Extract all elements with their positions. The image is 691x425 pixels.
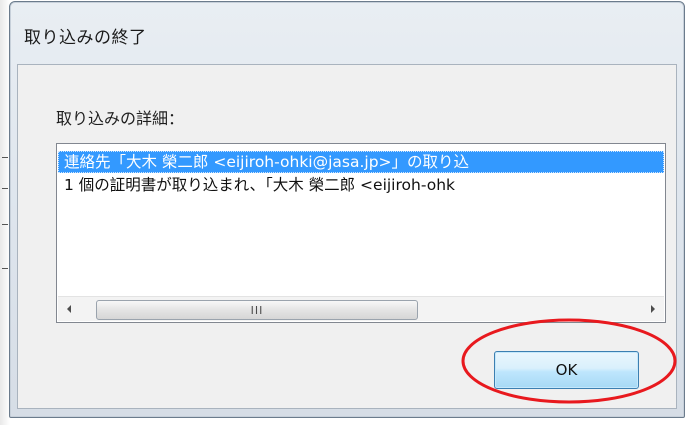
background-tick: [2, 268, 8, 269]
list-viewport: 連絡先「大木 榮二郎 <eijiroh-ohki@jasa.jp>」の取り込 1…: [58, 145, 664, 295]
scroll-left-arrow-icon[interactable]: [58, 297, 80, 321]
ok-button[interactable]: OK: [494, 351, 639, 389]
screenshot-stage: 取り込みの終了 取り込みの詳細： 連絡先「大木 榮二郎 <eijiroh-ohk…: [0, 0, 691, 425]
scroll-right-arrow-glyph: [651, 305, 655, 313]
import-complete-dialog: 取り込みの終了 取り込みの詳細： 連絡先「大木 榮二郎 <eijiroh-ohk…: [9, 1, 685, 418]
horizontal-scrollbar[interactable]: III: [58, 296, 664, 321]
details-label: 取り込みの詳細：: [56, 109, 185, 128]
scrollbar-thumb[interactable]: III: [96, 300, 418, 320]
dialog-title: 取り込みの終了: [24, 28, 147, 48]
dialog-client-area: 取り込みの詳細： 連絡先「大木 榮二郎 <eijiroh-ohki@jasa.j…: [17, 64, 677, 409]
dialog-titlebar[interactable]: 取り込みの終了: [10, 2, 684, 64]
list-item-certificate-imported[interactable]: 1 個の証明書が取り込まれ、「大木 榮二郎 <eijiroh-ohk: [58, 174, 664, 196]
scroll-left-arrow-glyph: [67, 305, 71, 313]
scroll-right-arrow-icon[interactable]: [642, 297, 664, 321]
background-tick: [2, 224, 8, 225]
list-item-contact-imported[interactable]: 連絡先「大木 榮二郎 <eijiroh-ohki@jasa.jp>」の取り込: [58, 151, 664, 173]
background-tick: [2, 188, 8, 189]
background-tick: [2, 157, 8, 158]
scrollbar-grip: III: [250, 303, 264, 317]
import-details-list[interactable]: 連絡先「大木 榮二郎 <eijiroh-ohki@jasa.jp>」の取り込 1…: [56, 143, 666, 323]
